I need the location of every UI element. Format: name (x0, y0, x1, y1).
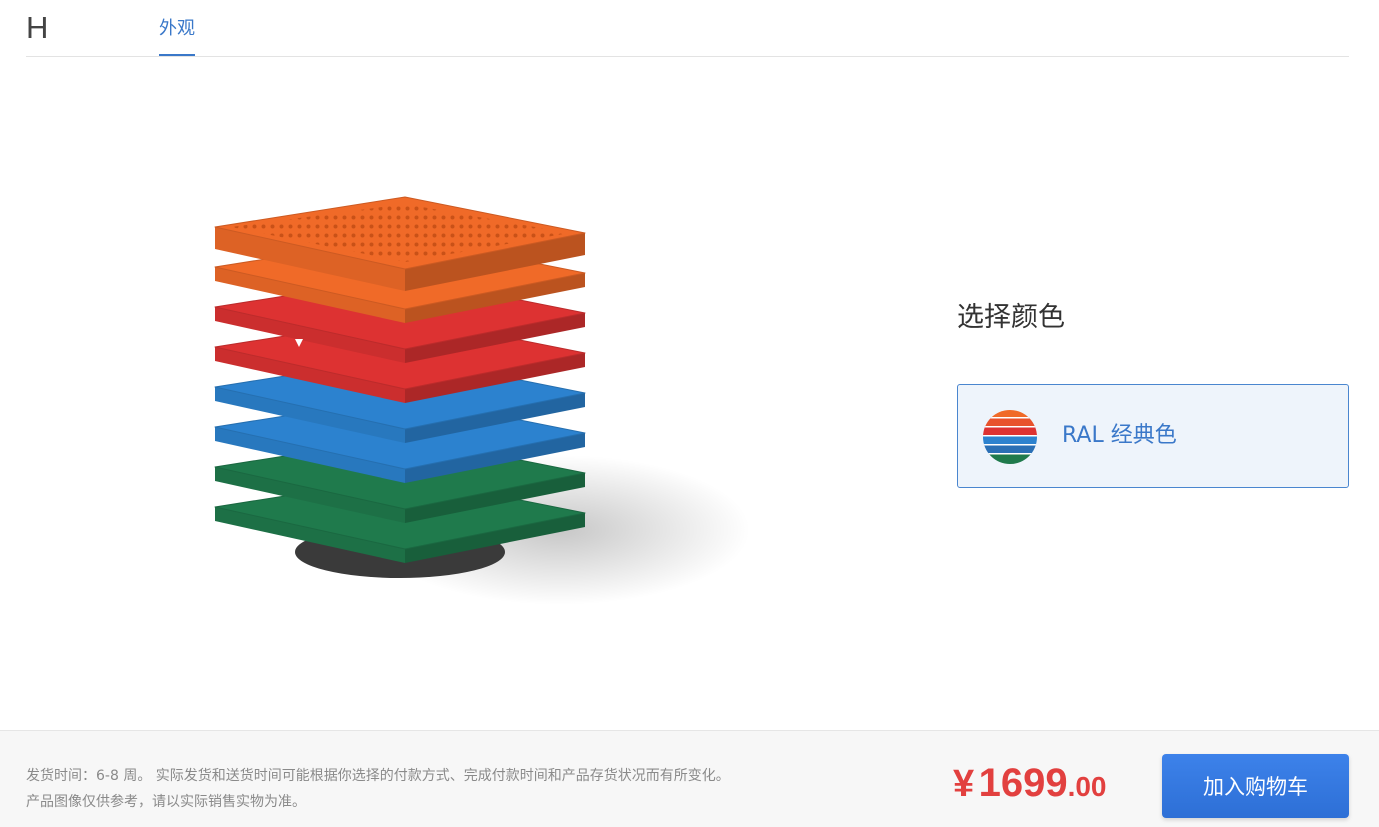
price-decimal: .00 (1067, 771, 1107, 802)
shipping-info: 发货时间：6-8 周。 实际发货和送货时间可能根据你选择的付款方式、完成付款时间… (26, 763, 886, 815)
brand-logo[interactable]: H (26, 10, 48, 46)
image-disclaimer-text: 产品图像仅供参考，请以实际销售实物为准。 (26, 794, 306, 810)
tab-appearance[interactable]: 外观 (159, 16, 195, 56)
ral-palette-icon (983, 410, 1037, 464)
top-nav: H 外观 (26, 0, 1349, 57)
shipping-time-text: 发货时间：6-8 周。 实际发货和送货时间可能根据你选择的付款方式、完成付款时间… (26, 768, 730, 784)
price-integer: 1699 (978, 761, 1068, 805)
color-option-label: RAL 经典色 (1062, 423, 1177, 448)
price: ¥ 1699.00 (953, 761, 1107, 806)
add-to-cart-button[interactable]: 加入购物车 (1162, 754, 1349, 818)
purchase-bar: 发货时间：6-8 周。 实际发货和送货时间可能根据你选择的付款方式、完成付款时间… (0, 730, 1379, 827)
product-image (214, 196, 750, 605)
color-option-ral-classic[interactable]: RAL 经典色 (957, 384, 1349, 488)
price-currency: ¥ (953, 763, 975, 805)
select-color-heading: 选择颜色 (957, 302, 1065, 333)
